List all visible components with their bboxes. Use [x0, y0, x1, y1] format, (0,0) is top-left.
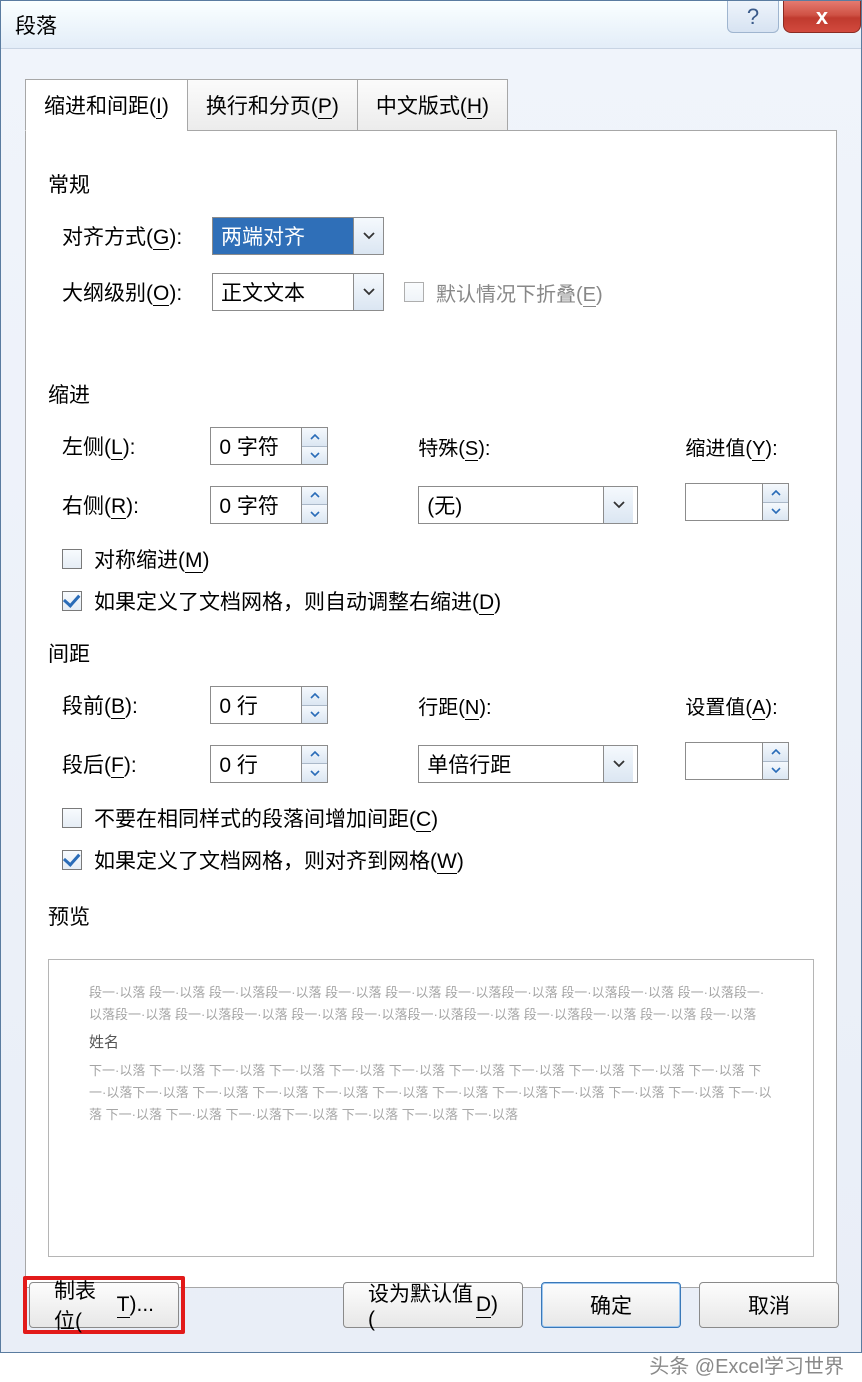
special-select[interactable]: (无)	[418, 486, 638, 524]
spinner-up-icon[interactable]	[302, 687, 327, 706]
dropdown-icon[interactable]	[353, 218, 383, 254]
section-spacing: 间距	[48, 638, 90, 668]
spinner-up-icon[interactable]	[763, 743, 788, 762]
tab-strip: 缩进和间距(I) 换行和分页(P) 中文版式(H)	[25, 79, 837, 131]
mirror-indent-label: 对称缩进(M)	[94, 544, 210, 574]
alignment-select[interactable]: 两端对齐	[212, 217, 384, 255]
alignment-value: 两端对齐	[213, 218, 353, 254]
alignment-label: 对齐方式(G):	[62, 221, 212, 251]
spacing-at-label: 设置值(A):	[685, 691, 814, 720]
indent-left-spinner[interactable]: 0 字符	[210, 427, 328, 465]
spinner-up-icon[interactable]	[302, 428, 327, 447]
dialog-footer: 制表位(T)... 设为默认值(D) 确定 取消	[23, 1276, 839, 1334]
ok-button[interactable]: 确定	[541, 1282, 681, 1328]
dropdown-icon[interactable]	[603, 746, 633, 782]
spinner-down-icon[interactable]	[302, 706, 327, 724]
space-before-value: 0 行	[211, 687, 301, 723]
spinner-up-icon[interactable]	[763, 484, 788, 503]
spinner-up-icon[interactable]	[302, 746, 327, 765]
window-controls: ? x	[727, 1, 861, 33]
tab-panel: 常规 对齐方式(G): 两端对齐 大纲级别(O): 正文文本 默认情况下折叠(E…	[25, 130, 837, 1288]
preview-box: 段一·以落 段一·以落 段一·以落段一·以落 段一·以落 段一·以落 段一·以落…	[48, 959, 814, 1257]
indent-by-spinner[interactable]	[685, 483, 789, 521]
outline-label: 大纲级别(O):	[62, 277, 212, 307]
spacing-at-value	[686, 743, 762, 779]
tab-asian-typography[interactable]: 中文版式(H)	[357, 79, 508, 131]
indent-by-value	[686, 484, 762, 520]
indent-grid-label: 如果定义了文档网格，则自动调整右缩进(D)	[94, 586, 501, 616]
space-before-label: 段前(B):	[62, 690, 210, 720]
tab-indent-spacing[interactable]: 缩进和间距(I)	[25, 79, 188, 131]
line-spacing-value: 单倍行距	[419, 746, 603, 782]
set-default-button[interactable]: 设为默认值(D)	[343, 1282, 523, 1328]
indent-left-value: 0 字符	[211, 428, 301, 464]
no-space-same-style-checkbox[interactable]	[62, 808, 82, 828]
outline-select[interactable]: 正文文本	[212, 273, 384, 311]
spinner-up-icon[interactable]	[302, 487, 327, 506]
dropdown-icon[interactable]	[353, 274, 383, 310]
collapse-checkbox[interactable]	[404, 282, 424, 302]
help-button[interactable]: ?	[727, 1, 779, 33]
no-space-same-style-label: 不要在相同样式的段落间增加间距(C)	[94, 803, 438, 833]
preview-body-text: 姓名	[89, 1030, 773, 1056]
mirror-indent-checkbox[interactable]	[62, 549, 82, 569]
spinner-down-icon[interactable]	[302, 447, 327, 465]
spinner-down-icon[interactable]	[302, 505, 327, 523]
window-title: 段落	[15, 10, 57, 40]
tab-line-page-breaks[interactable]: 换行和分页(P)	[187, 79, 358, 131]
spinner-down-icon[interactable]	[763, 503, 788, 521]
preview-after-text: 下一·以落 下一·以落 下一·以落 下一·以落 下一·以落 下一·以落 下一·以…	[89, 1060, 773, 1126]
indent-by-label: 缩进值(Y):	[685, 432, 814, 461]
indent-right-spinner[interactable]: 0 字符	[210, 486, 328, 524]
preview-before-text: 段一·以落 段一·以落 段一·以落段一·以落 段一·以落 段一·以落 段一·以落…	[89, 982, 773, 1026]
space-before-spinner[interactable]: 0 行	[210, 686, 328, 724]
section-general: 常规	[48, 169, 90, 199]
special-value: (无)	[419, 487, 603, 523]
space-after-value: 0 行	[211, 746, 301, 782]
spinner-down-icon[interactable]	[763, 762, 788, 780]
highlight-marker: 制表位(T)...	[23, 1276, 185, 1334]
space-after-spinner[interactable]: 0 行	[210, 745, 328, 783]
indent-right-value: 0 字符	[211, 487, 301, 523]
section-indent: 缩进	[48, 379, 90, 409]
snap-grid-label: 如果定义了文档网格，则对齐到网格(W)	[94, 845, 464, 875]
paragraph-dialog: 段落 ? x 缩进和间距(I) 换行和分页(P) 中文版式(H) 常规 对齐方式…	[0, 0, 862, 1353]
collapse-label: 默认情况下折叠(E)	[436, 278, 603, 307]
outline-value: 正文文本	[213, 274, 353, 310]
cancel-button[interactable]: 取消	[699, 1282, 839, 1328]
line-spacing-select[interactable]: 单倍行距	[418, 745, 638, 783]
spinner-down-icon[interactable]	[302, 764, 327, 782]
indent-grid-checkbox[interactable]	[62, 591, 82, 611]
special-label: 特殊(S):	[418, 432, 675, 461]
close-button[interactable]: x	[783, 1, 861, 33]
watermark: 头条 @Excel学习世界	[649, 1350, 844, 1379]
dropdown-icon[interactable]	[603, 487, 633, 523]
tabs-button[interactable]: 制表位(T)...	[29, 1282, 179, 1328]
indent-left-label: 左侧(L):	[62, 431, 210, 461]
titlebar: 段落 ? x	[1, 1, 861, 49]
dialog-body: 缩进和间距(I) 换行和分页(P) 中文版式(H) 常规 对齐方式(G): 两端…	[1, 49, 861, 1288]
space-after-label: 段后(F):	[62, 749, 210, 779]
section-preview: 预览	[48, 901, 90, 931]
indent-right-label: 右侧(R):	[62, 490, 210, 520]
line-spacing-label: 行距(N):	[418, 691, 675, 720]
snap-grid-checkbox[interactable]	[62, 850, 82, 870]
spacing-at-spinner[interactable]	[685, 742, 789, 780]
